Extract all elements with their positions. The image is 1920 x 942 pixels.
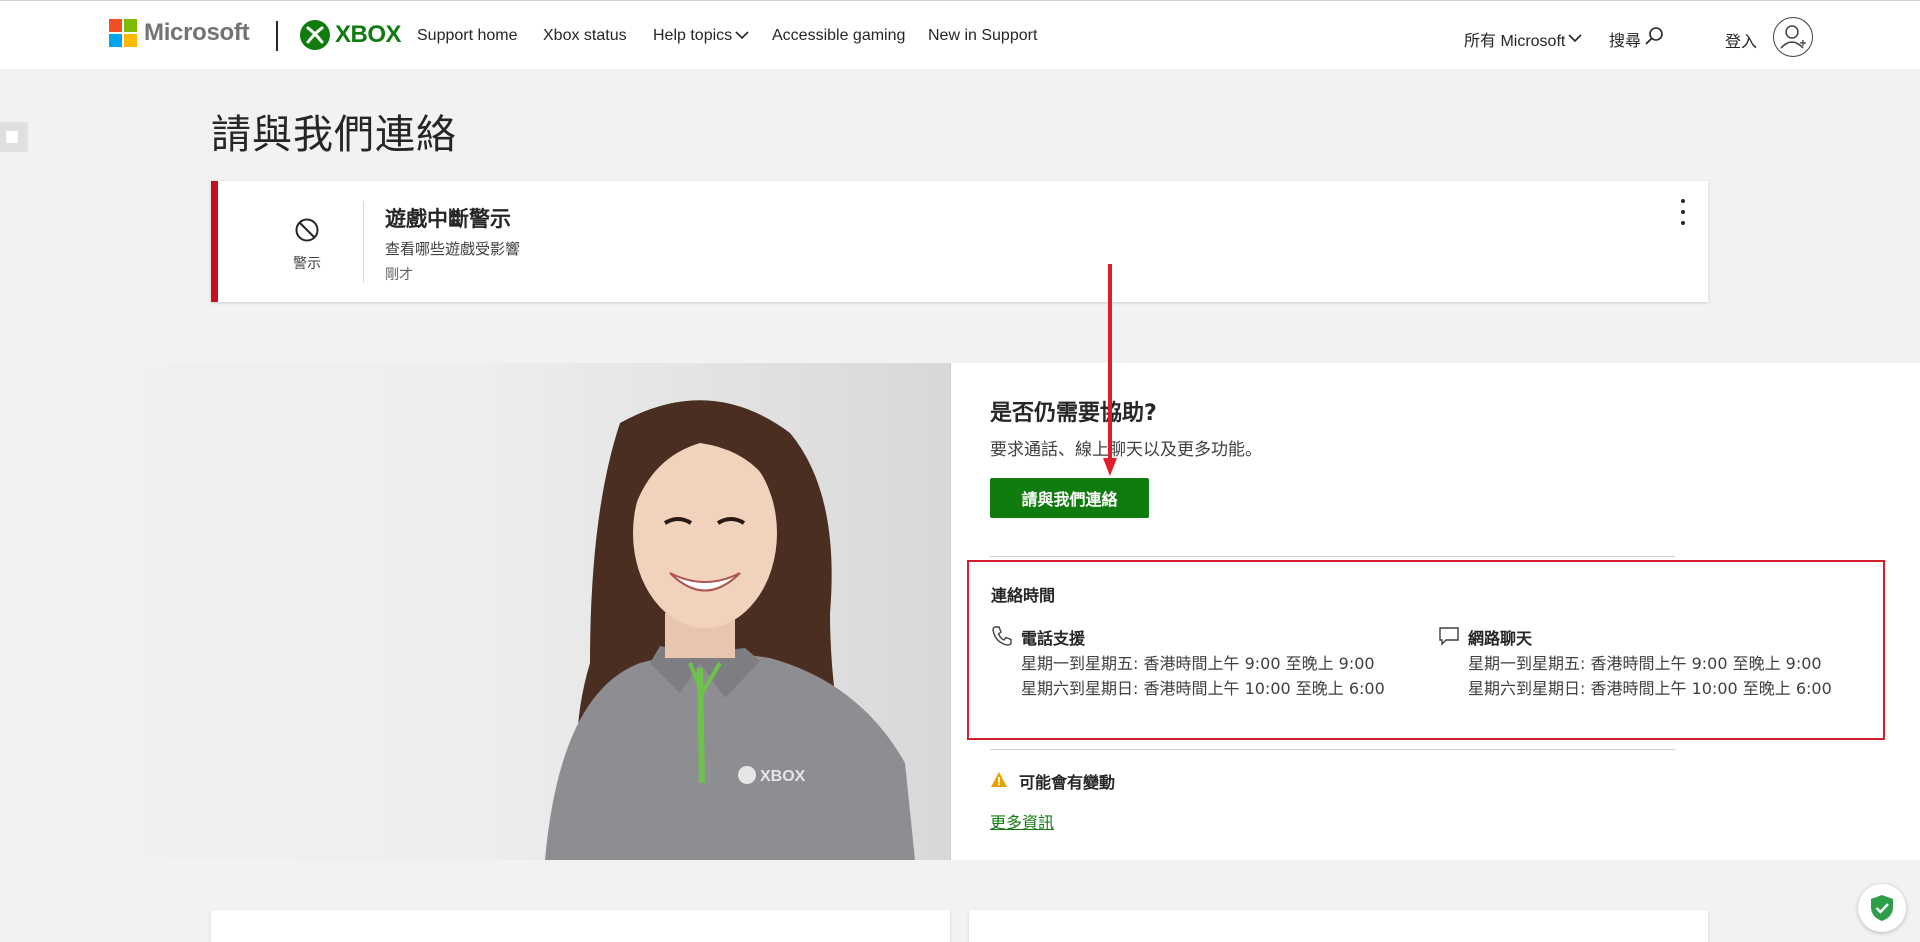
site-header: Microsoft XBOX Support home Xbox status … (0, 0, 1920, 69)
photo-divider (950, 363, 951, 860)
xbox-sphere-icon (300, 20, 330, 50)
microsoft-logo[interactable]: Microsoft (109, 19, 250, 47)
search-label: 搜尋 (1609, 32, 1642, 50)
support-agent-photo: XBOX (0, 363, 950, 860)
shirt-xbox-logo: XBOX (760, 768, 806, 785)
shield-check-icon[interactable] (1858, 884, 1906, 932)
subject-to-change-label: 可能會有變動 (1019, 773, 1116, 792)
xbox-wordmark: XBOX (335, 21, 402, 48)
search-icon (1644, 26, 1664, 51)
alert-type-label: 警示 (293, 256, 321, 272)
microsoft-wordmark: Microsoft (144, 19, 250, 46)
feedback-edge-tab[interactable] (0, 122, 28, 152)
nav-new-in-support[interactable]: New in Support (928, 27, 1037, 45)
alert-description: 查看哪些遊戲受影響 (385, 240, 521, 258)
chat-weekday-hours: 星期一到星期五: 香港時間上午 9:00 至晚上 9:00 (1468, 654, 1822, 673)
outage-alert-card[interactable]: 警示 遊戲中斷警示 查看哪些遊戲受影響 剛才 (211, 181, 1708, 302)
bottom-card-left[interactable] (211, 910, 950, 942)
chat-bubble-icon (1438, 625, 1460, 651)
web-chat-label: 網路聊天 (1468, 629, 1533, 648)
page-title: 請與我們連絡 (211, 112, 457, 158)
subject-to-change-notice: 可能會有變動 (990, 769, 1115, 793)
microsoft-grid-icon (109, 19, 137, 47)
prohibited-icon (294, 217, 320, 247)
alert-timestamp: 剛才 (385, 267, 413, 283)
chat-weekend-hours: 星期六到星期日: 香港時間上午 10:00 至晚上 6:00 (1468, 679, 1832, 698)
phone-support-label: 電話支援 (1021, 629, 1086, 648)
alert-accent-bar (211, 181, 218, 302)
all-microsoft-menu[interactable]: 所有 Microsoft (1464, 27, 1582, 51)
phone-weekday-hours: 星期一到星期五: 香港時間上午 9:00 至晚上 9:00 (1021, 654, 1375, 673)
all-microsoft-label: 所有 Microsoft (1464, 33, 1566, 50)
still-need-help-description: 要求通話、線上聊天以及更多功能。 (990, 440, 1262, 460)
header-divider (276, 21, 278, 51)
annotation-arrow (1103, 264, 1117, 476)
warning-icon (990, 771, 1008, 792)
contact-hours-highlight: 連絡時間 電話支援 星期一到星期五: 香港時間上午 9:00 至晚上 9:00 … (967, 560, 1885, 740)
contact-section: XBOX 是否仍需要協助? 要求通話、線上聊天以及更多功能。 請與我們連絡 連絡… (0, 363, 1920, 860)
more-options-icon[interactable] (1675, 199, 1691, 225)
phone-icon (991, 625, 1013, 651)
xbox-logo[interactable]: XBOX (300, 20, 402, 50)
nav-xbox-status[interactable]: Xbox status (543, 27, 627, 45)
more-info-link[interactable]: 更多資訊 (990, 809, 1054, 833)
account-avatar-icon[interactable] (1773, 17, 1813, 57)
contact-hours-title: 連絡時間 (991, 586, 1056, 605)
contact-us-button[interactable]: 請與我們連絡 (990, 478, 1149, 518)
still-need-help-title: 是否仍需要協助? (990, 401, 1157, 426)
alert-type-block: 警示 (277, 217, 337, 273)
phone-weekend-hours: 星期六到星期日: 香港時間上午 10:00 至晚上 6:00 (1021, 679, 1385, 698)
section-divider (990, 749, 1675, 750)
nav-support-home[interactable]: Support home (417, 27, 518, 45)
alert-divider (363, 201, 364, 283)
chevron-down-icon (1568, 30, 1582, 48)
nav-accessible-gaming[interactable]: Accessible gaming (772, 27, 905, 45)
chevron-down-icon (735, 27, 749, 45)
section-divider (990, 556, 1675, 557)
signin-link[interactable]: 登入 (1725, 28, 1757, 52)
bottom-card-right[interactable] (969, 910, 1708, 942)
alert-title[interactable]: 遊戲中斷警示 (385, 203, 511, 233)
nav-help-topics-label: Help topics (653, 27, 733, 44)
search-button[interactable]: 搜尋 (1609, 26, 1664, 51)
nav-help-topics[interactable]: Help topics (653, 27, 749, 45)
